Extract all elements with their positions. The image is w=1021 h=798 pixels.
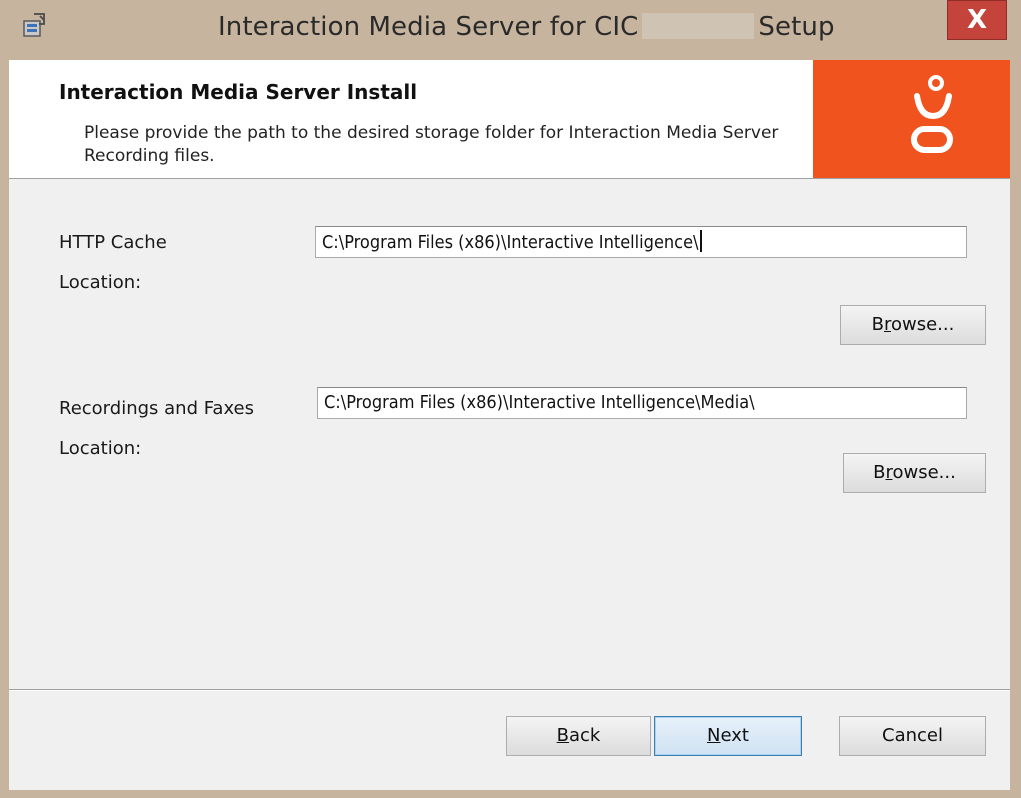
browse-label-post: owse... <box>891 314 955 335</box>
http-cache-browse-button[interactable]: Browse... <box>840 305 986 345</box>
window-title-prefix: Interaction Media Server for CIC <box>218 12 639 42</box>
back-button[interactable]: Back <box>506 716 651 756</box>
next-button[interactable]: Next <box>654 716 802 756</box>
header-banner: Interaction Media Server Install Please … <box>9 60 1010 179</box>
text-caret <box>699 230 702 252</box>
recordings-path-input[interactable]: C:\Program Files (x86)\Interactive Intel… <box>317 387 967 419</box>
browse-label-pre: B <box>873 462 886 483</box>
title-bar[interactable]: Interaction Media Server for CIC Setup X <box>0 0 1021 60</box>
http-cache-path-input[interactable]: C:\Program Files (x86)\Interactive Intel… <box>315 226 967 258</box>
next-mnemonic: N <box>707 725 721 746</box>
window-title: Interaction Media Server for CIC Setup <box>218 12 835 42</box>
page-description: Please provide the path to the desired s… <box>84 123 779 166</box>
dialog-body: Interaction Media Server Install Please … <box>9 60 1010 790</box>
installer-window: Interaction Media Server for CIC Setup X … <box>0 0 1021 798</box>
redacted-version <box>642 13 755 39</box>
browse-label-mnemonic: r <box>885 462 893 483</box>
recordings-label: Recordings and Faxes <box>59 398 254 419</box>
browse-label-mnemonic: r <box>883 314 891 335</box>
next-label-rest: ext <box>720 725 749 746</box>
back-label-rest: ack <box>569 725 601 746</box>
http-cache-path-value: C:\Program Files (x86)\Interactive Intel… <box>322 232 699 253</box>
brand-logo <box>813 60 1010 178</box>
close-button[interactable]: X <box>947 0 1007 40</box>
recordings-path-value: C:\Program Files (x86)\Interactive Intel… <box>324 392 755 413</box>
cancel-button[interactable]: Cancel <box>839 716 986 756</box>
recordings-label-location: Location: <box>59 438 142 459</box>
installer-package-icon <box>23 13 45 37</box>
browse-label-post: owse... <box>892 462 956 483</box>
recordings-browse-button[interactable]: Browse... <box>843 453 986 493</box>
genesys-logo-icon <box>911 75 953 153</box>
browse-label-pre: B <box>871 314 884 335</box>
page-title: Interaction Media Server Install <box>59 80 418 104</box>
http-cache-label: HTTP Cache <box>59 232 167 253</box>
back-mnemonic: B <box>556 725 569 746</box>
footer-divider <box>9 689 1010 691</box>
close-icon: X <box>966 5 988 35</box>
window-title-suffix: Setup <box>758 12 835 42</box>
http-cache-label-location: Location: <box>59 272 142 293</box>
